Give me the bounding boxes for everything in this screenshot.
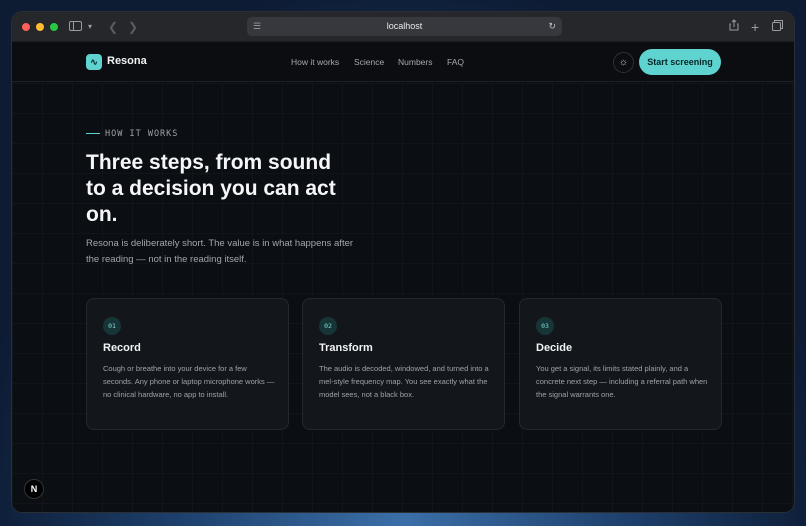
nextjs-dev-badge[interactable]: N: [24, 479, 44, 499]
tabs-icon[interactable]: [772, 18, 783, 36]
close-window-button[interactable]: [22, 23, 30, 31]
url-text: localhost: [386, 21, 423, 31]
site-nav: ∿ Resona How it works Science Numbers FA…: [12, 43, 794, 82]
reload-icon[interactable]: ↻: [548, 17, 556, 36]
share-icon[interactable]: [729, 18, 739, 36]
step-number: 03: [536, 317, 554, 335]
forward-icon[interactable]: ❯: [128, 18, 138, 36]
chevron-down-icon[interactable]: ▾: [88, 18, 92, 36]
minimize-window-button[interactable]: [36, 23, 44, 31]
step-number: 01: [103, 317, 121, 335]
step-title: Decide: [536, 342, 573, 354]
address-bar[interactable]: ☰ localhost ↻: [247, 17, 562, 36]
step-description: You get a signal, its limits stated plai…: [536, 364, 708, 399]
how-it-works-section: HOW IT WORKS Three steps, from sound to …: [12, 83, 794, 512]
step-title: Record: [103, 342, 141, 354]
step-card-decide: 03 Decide You get a signal, its limits s…: [519, 298, 722, 430]
nav-link-how-it-works[interactable]: How it works: [291, 57, 339, 67]
brand-name[interactable]: Resona: [107, 55, 147, 67]
sidebar-icon[interactable]: [69, 18, 82, 36]
step-card-transform: 02 Transform The audio is decoded, windo…: [302, 298, 505, 430]
back-icon[interactable]: ❮: [108, 18, 118, 36]
browser-titlebar: ▾ ❮ ❯ ☰ localhost ↻ +: [12, 12, 794, 42]
step-title: Transform: [319, 342, 373, 354]
maximize-window-button[interactable]: [50, 23, 58, 31]
step-number: 02: [319, 317, 337, 335]
page-settings-icon[interactable]: ☰: [253, 17, 261, 36]
step-description: Cough or breathe into your device for a …: [103, 364, 275, 399]
section-description: Resona is deliberately short. The value …: [86, 238, 354, 265]
page-title: Three steps, from sound to a decision yo…: [86, 151, 336, 226]
eyebrow-line: [86, 133, 100, 134]
step-description: The audio is decoded, windowed, and turn…: [319, 364, 489, 399]
nav-link-faq[interactable]: FAQ: [447, 57, 464, 67]
nav-link-numbers[interactable]: Numbers: [398, 57, 432, 67]
section-eyebrow: HOW IT WORKS: [86, 129, 178, 139]
start-screening-button[interactable]: Start screening: [639, 49, 721, 75]
browser-window: ▾ ❮ ❯ ☰ localhost ↻ + ∿ Resona How it wo…: [12, 12, 794, 512]
step-card-record: 01 Record Cough or breathe into your dev…: [86, 298, 289, 430]
logo-icon[interactable]: ∿: [86, 54, 102, 70]
web-page: ∿ Resona How it works Science Numbers FA…: [12, 43, 794, 512]
theme-toggle-button[interactable]: ☼: [613, 52, 634, 73]
plus-icon[interactable]: +: [751, 18, 759, 36]
nav-link-science[interactable]: Science: [354, 57, 384, 67]
